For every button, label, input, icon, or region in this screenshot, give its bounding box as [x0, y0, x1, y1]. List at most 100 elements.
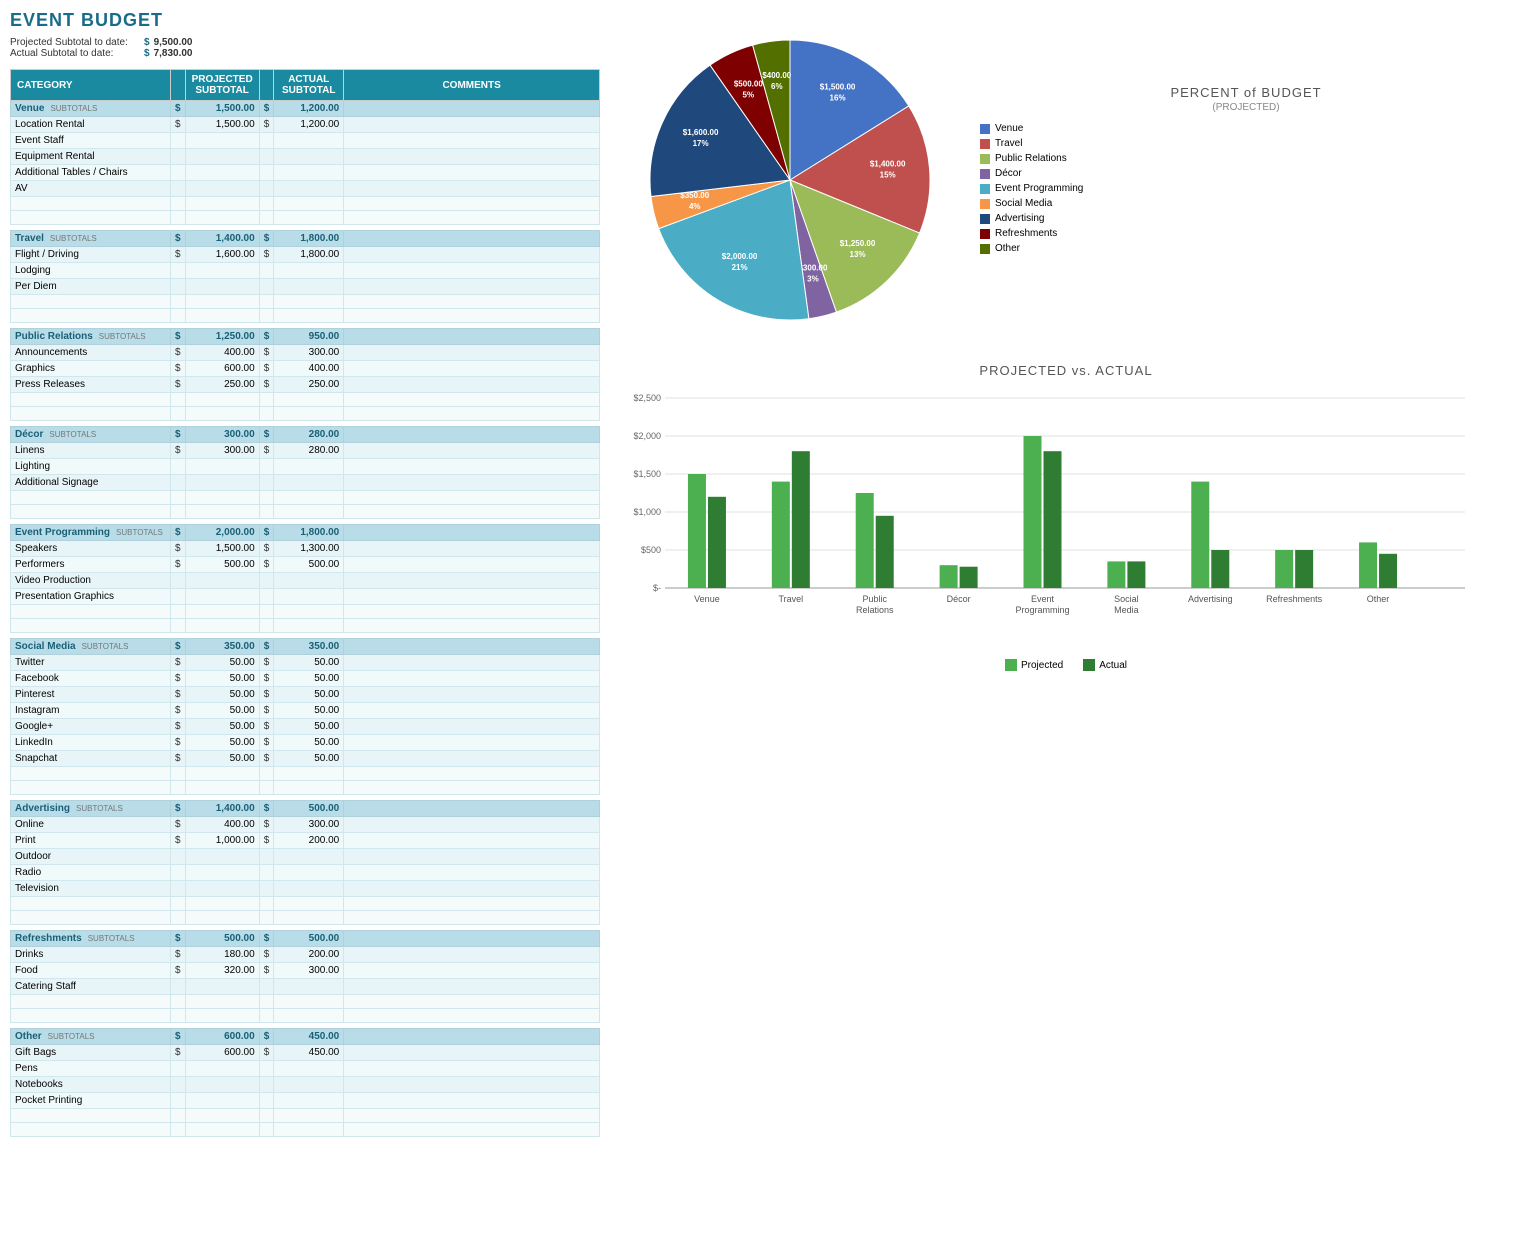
- subtotal-dollar2: $: [259, 801, 274, 817]
- x-axis-label: Relations: [856, 605, 894, 615]
- subtotal-actual: 1,200.00: [274, 101, 344, 117]
- item-projected: [185, 1093, 259, 1109]
- table-row: Catering Staff: [11, 979, 600, 995]
- subtotal-projected: 1,400.00: [185, 231, 259, 247]
- legend-color-swatch: [980, 139, 990, 149]
- left-panel: EVENT BUDGET Projected Subtotal to date:…: [10, 10, 600, 1137]
- pie-chart-title: PERCENT of BUDGET: [980, 85, 1512, 100]
- table-row: Television: [11, 881, 600, 897]
- subtotal-row-event-programming: Event ProgrammingSUBTOTALS $ 2,000.00 $ …: [11, 525, 600, 541]
- item-dollar1: [171, 459, 186, 475]
- item-dollar2: $: [259, 345, 274, 361]
- item-name: Lodging: [11, 263, 171, 279]
- item-name: Graphics: [11, 361, 171, 377]
- table-row: Notebooks: [11, 1077, 600, 1093]
- item-name: Lighting: [11, 459, 171, 475]
- pie-segment-label: 17%: [693, 139, 709, 148]
- item-name: Drinks: [11, 947, 171, 963]
- subtotal-name: Event ProgrammingSUBTOTALS: [11, 525, 171, 541]
- subtotal-actual: 450.00: [274, 1029, 344, 1045]
- bar-legend-projected: Projected: [1005, 659, 1063, 671]
- table-row: LinkedIn $ 50.00 $ 50.00: [11, 735, 600, 751]
- item-dollar1: [171, 1061, 186, 1077]
- header-dollar1: [171, 70, 186, 101]
- legend-color-swatch: [980, 214, 990, 224]
- item-dollar1: $: [171, 687, 186, 703]
- item-dollar1: [171, 149, 186, 165]
- item-projected: 250.00: [185, 377, 259, 393]
- item-comments: [344, 1093, 600, 1109]
- subtotal-comments: [344, 329, 600, 345]
- item-projected: 1,500.00: [185, 541, 259, 557]
- pie-segment-label: 3%: [807, 274, 819, 283]
- bar-projected-advertising: [1191, 482, 1209, 588]
- bar-actual-public-relations: [876, 516, 894, 588]
- table-row: Additional Tables / Chairs: [11, 165, 600, 181]
- item-projected: [185, 573, 259, 589]
- item-dollar1: $: [171, 655, 186, 671]
- item-name: Per Diem: [11, 279, 171, 295]
- subtotal-dollar2: $: [259, 329, 274, 345]
- item-dollar1: $: [171, 541, 186, 557]
- projected-summary-row: Projected Subtotal to date: $ 9,500.00: [10, 37, 600, 48]
- item-actual: 500.00: [274, 557, 344, 573]
- item-actual: [274, 133, 344, 149]
- item-dollar2: $: [259, 751, 274, 767]
- item-projected: 50.00: [185, 751, 259, 767]
- header-comments: COMMENTS: [344, 70, 600, 101]
- pie-segment-label: 15%: [880, 171, 896, 180]
- bar-projected-travel: [772, 482, 790, 588]
- header-actual: ACTUAL SUBTOTAL: [274, 70, 344, 101]
- subtotal-comments: [344, 639, 600, 655]
- empty-row: [11, 309, 600, 323]
- subtotal-actual: 500.00: [274, 931, 344, 947]
- empty-row: [11, 505, 600, 519]
- item-dollar2: $: [259, 361, 274, 377]
- table-row: Online $ 400.00 $ 300.00: [11, 817, 600, 833]
- empty-row: [11, 491, 600, 505]
- item-projected: 500.00: [185, 557, 259, 573]
- table-row: Location Rental $ 1,500.00 $ 1,200.00: [11, 117, 600, 133]
- empty-row: [11, 197, 600, 211]
- projected-dollar: $: [144, 37, 150, 48]
- empty-row: [11, 767, 600, 781]
- projected-color-swatch: [1005, 659, 1017, 671]
- subtotal-projected: 600.00: [185, 1029, 259, 1045]
- item-comments: [344, 703, 600, 719]
- item-dollar1: $: [171, 671, 186, 687]
- empty-row: [11, 911, 600, 925]
- item-comments: [344, 361, 600, 377]
- legend-item-other: Other: [980, 243, 1512, 254]
- empty-row: [11, 295, 600, 309]
- item-actual: 280.00: [274, 443, 344, 459]
- bar-projected-décor: [940, 565, 958, 588]
- item-dollar1: [171, 263, 186, 279]
- item-projected: 50.00: [185, 655, 259, 671]
- item-projected: 180.00: [185, 947, 259, 963]
- item-dollar1: $: [171, 963, 186, 979]
- legend-color-swatch: [980, 154, 990, 164]
- x-axis-label: Refreshments: [1266, 594, 1323, 604]
- x-axis-label: Décor: [947, 594, 971, 604]
- item-dollar2: [259, 149, 274, 165]
- item-dollar2: [259, 573, 274, 589]
- legend-color-swatch: [980, 229, 990, 239]
- item-dollar1: $: [171, 719, 186, 735]
- subtotal-projected: 350.00: [185, 639, 259, 655]
- item-dollar2: [259, 849, 274, 865]
- item-actual: 300.00: [274, 963, 344, 979]
- item-dollar2: $: [259, 247, 274, 263]
- item-comments: [344, 1045, 600, 1061]
- empty-row: [11, 781, 600, 795]
- x-axis-label: Advertising: [1188, 594, 1233, 604]
- item-comments: [344, 573, 600, 589]
- table-row: Pens: [11, 1061, 600, 1077]
- subtotal-dollar2: $: [259, 639, 274, 655]
- item-actual: [274, 849, 344, 865]
- subtotal-dollar2: $: [259, 931, 274, 947]
- item-name: Food: [11, 963, 171, 979]
- legend-color-swatch: [980, 244, 990, 254]
- x-axis-label: Social: [1114, 594, 1139, 604]
- item-comments: [344, 671, 600, 687]
- subtotal-projected: 1,500.00: [185, 101, 259, 117]
